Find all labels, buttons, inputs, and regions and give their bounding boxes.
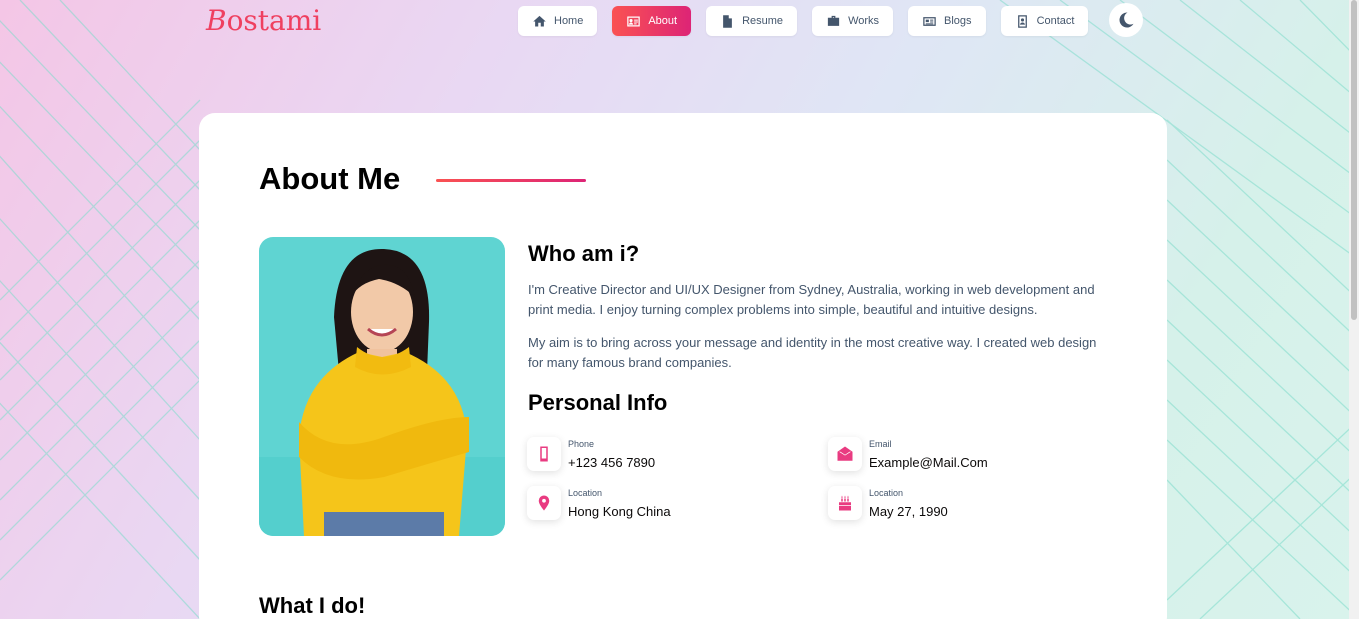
location-pin-icon bbox=[538, 495, 550, 511]
birthday-value: May 27, 1990 bbox=[869, 503, 948, 519]
phone-icon-box bbox=[527, 437, 561, 471]
nav-contact-button[interactable]: Contact bbox=[1000, 6, 1089, 36]
id-card-icon bbox=[627, 16, 641, 26]
email-label: Email bbox=[869, 438, 892, 449]
profile-photo-illustration bbox=[259, 237, 505, 536]
location-label: Location bbox=[568, 487, 603, 498]
scrollbar[interactable] bbox=[1349, 0, 1359, 619]
phone-icon bbox=[540, 446, 548, 462]
newspaper-icon bbox=[923, 16, 936, 26]
nav-resume-button[interactable]: Resume bbox=[706, 6, 798, 36]
phone-label: Phone bbox=[568, 438, 595, 449]
info-email: Email Example@Mail.Com bbox=[828, 437, 988, 471]
nav-blogs-label: Blogs bbox=[944, 15, 972, 27]
about-card: About Me Who am i? I'm Creative Director… bbox=[199, 113, 1167, 619]
home-icon bbox=[533, 15, 546, 26]
about-paragraph-2: My aim is to bring across your message a… bbox=[528, 335, 1097, 370]
theme-toggle-button[interactable] bbox=[1109, 3, 1143, 37]
main-nav: Home About Resume Works Blogs Contact bbox=[518, 6, 1103, 36]
email-icon-box bbox=[828, 437, 862, 471]
nav-about-button[interactable]: About bbox=[612, 6, 692, 36]
info-birthday: Location May 27, 1990 bbox=[828, 486, 948, 520]
about-paragraph-1: I'm Creative Director and UI/UX Designer… bbox=[528, 282, 1095, 317]
contact-book-icon bbox=[1017, 14, 1027, 28]
nav-home-button[interactable]: Home bbox=[518, 6, 598, 36]
logo-initial: B bbox=[206, 4, 227, 37]
info-phone: Phone +123 456 7890 bbox=[527, 437, 655, 471]
nav-resume-label: Resume bbox=[742, 15, 784, 27]
moon-icon bbox=[1119, 12, 1134, 28]
nav-works-label: Works bbox=[848, 15, 880, 27]
scrollbar-thumb[interactable] bbox=[1351, 0, 1357, 320]
who-am-i-heading: Who am i? bbox=[528, 241, 640, 266]
birthday-label: Location bbox=[869, 487, 904, 498]
file-icon bbox=[723, 14, 732, 28]
title-underline bbox=[436, 179, 586, 182]
brand-logo[interactable]: Bostami bbox=[206, 4, 321, 37]
mail-icon bbox=[837, 446, 853, 461]
nav-contact-label: Contact bbox=[1036, 15, 1075, 27]
nav-blogs-button[interactable]: Blogs bbox=[908, 6, 986, 36]
what-i-do-heading: What I do! bbox=[259, 593, 366, 618]
location-icon-box bbox=[527, 486, 561, 520]
briefcase-icon bbox=[827, 15, 840, 26]
email-value[interactable]: Example@Mail.Com bbox=[869, 455, 988, 470]
location-value: Hong Kong China bbox=[568, 503, 671, 519]
nav-works-button[interactable]: Works bbox=[812, 6, 894, 36]
personal-info-heading: Personal Info bbox=[528, 390, 668, 415]
logo-text: ostami bbox=[226, 4, 322, 37]
birthday-icon-box bbox=[828, 486, 862, 520]
phone-value: +123 456 7890 bbox=[568, 454, 656, 470]
cake-icon bbox=[839, 495, 851, 511]
profile-photo bbox=[259, 237, 505, 536]
nav-home-label: Home bbox=[554, 15, 584, 27]
page-title: About Me bbox=[259, 161, 401, 196]
nav-about-label: About bbox=[648, 15, 678, 27]
info-location: Location Hong Kong China bbox=[527, 486, 671, 520]
